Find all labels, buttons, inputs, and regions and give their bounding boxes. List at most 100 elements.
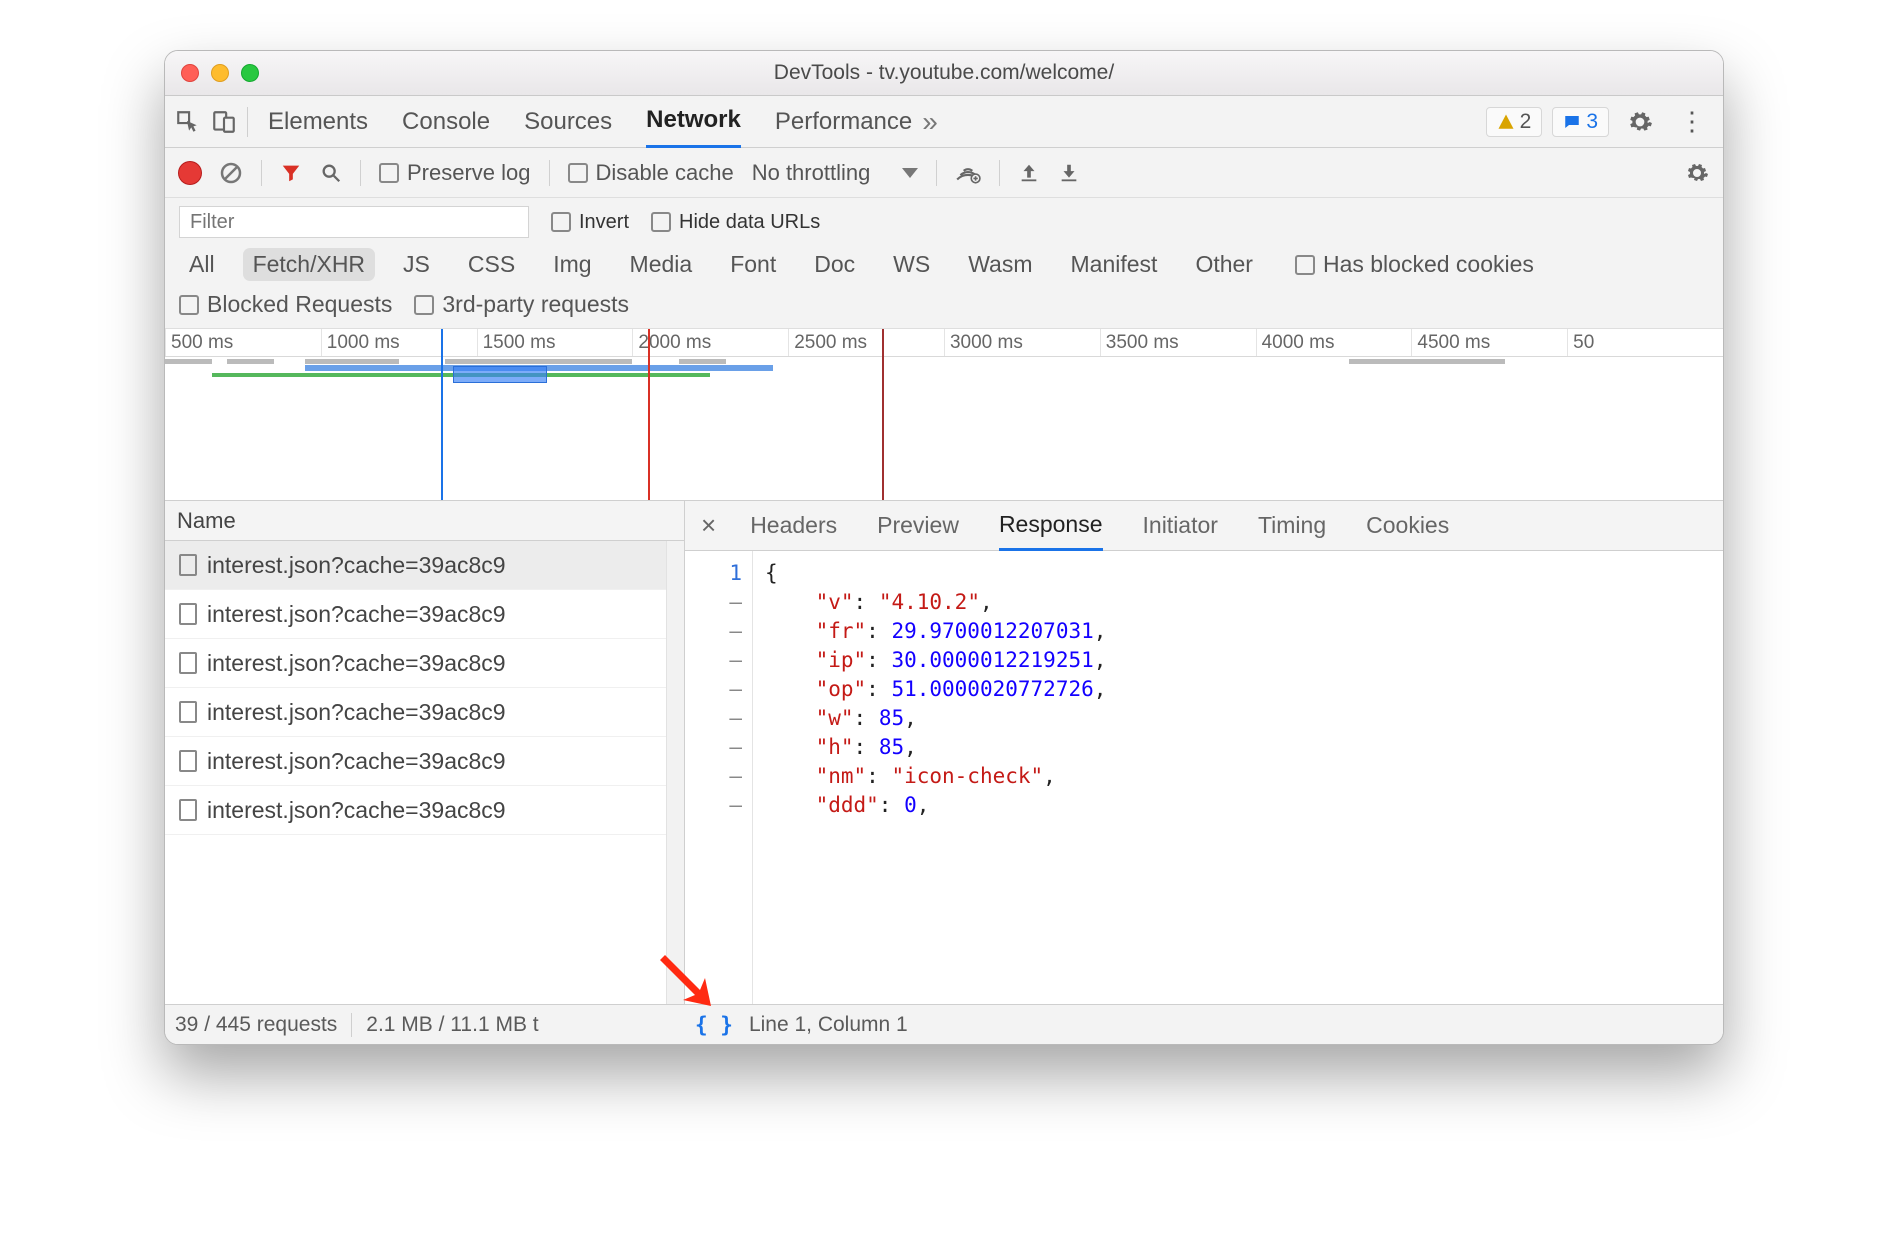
panel-tabs-row: Elements Console Sources Network Performance… bbox=[165, 96, 1723, 148]
request-row[interactable]: interest.json?cache=39ac8c9 bbox=[165, 737, 684, 786]
detail-tab-preview[interactable]: Preview bbox=[877, 501, 959, 551]
disable-cache-checkbox[interactable]: Disable cache bbox=[568, 160, 734, 186]
messages-count: 3 bbox=[1586, 110, 1598, 134]
zoom-window-button[interactable] bbox=[241, 64, 259, 82]
timeline-tick: 1000 ms bbox=[321, 329, 477, 356]
timeline-tick: 2500 ms bbox=[788, 329, 944, 356]
type-filter-js[interactable]: JS bbox=[393, 248, 440, 281]
window-title: DevTools - tv.youtube.com/welcome/ bbox=[165, 61, 1723, 85]
more-panels-icon[interactable]: » bbox=[922, 106, 938, 138]
type-filter-fetch-xhr[interactable]: Fetch/XHR bbox=[243, 248, 375, 281]
pretty-print-button[interactable]: { } bbox=[695, 1013, 733, 1037]
minimize-window-button[interactable] bbox=[211, 64, 229, 82]
timeline-tick: 4500 ms bbox=[1411, 329, 1567, 356]
blocked-requests-checkbox[interactable]: Blocked Requests bbox=[179, 291, 392, 318]
detail-tab-cookies[interactable]: Cookies bbox=[1366, 501, 1449, 551]
invert-checkbox[interactable]: Invert bbox=[551, 211, 629, 234]
filter-input[interactable] bbox=[179, 206, 529, 238]
type-filter-media[interactable]: Media bbox=[620, 248, 703, 281]
timeline-tick: 2000 ms bbox=[632, 329, 788, 356]
file-icon bbox=[179, 750, 197, 772]
panel-tab-performance[interactable]: Performance bbox=[775, 96, 912, 148]
detail-tab-timing[interactable]: Timing bbox=[1258, 501, 1326, 551]
search-icon[interactable] bbox=[320, 162, 342, 184]
detail-tab-response[interactable]: Response bbox=[999, 501, 1103, 551]
titlebar: DevTools - tv.youtube.com/welcome/ bbox=[165, 51, 1723, 96]
network-timeline[interactable]: 500 ms1000 ms1500 ms2000 ms2500 ms3000 m… bbox=[165, 329, 1723, 501]
panel-tab-elements[interactable]: Elements bbox=[268, 96, 368, 148]
file-icon bbox=[179, 799, 197, 821]
type-filter-font[interactable]: Font bbox=[720, 248, 786, 281]
status-transfer: 2.1 MB / 11.1 MB t bbox=[366, 1013, 538, 1037]
timeline-tick: 1500 ms bbox=[477, 329, 633, 356]
status-left: 39 / 445 requests 2.1 MB / 11.1 MB t bbox=[165, 1013, 685, 1037]
device-toolbar-icon[interactable] bbox=[211, 109, 237, 135]
close-detail-icon[interactable]: × bbox=[701, 510, 720, 541]
detail-tab-headers[interactable]: Headers bbox=[750, 501, 837, 551]
window-controls bbox=[165, 64, 259, 82]
clear-icon[interactable] bbox=[219, 161, 243, 185]
filter-area: Invert Hide data URLs All Fetch/XHR JS CSS I… bbox=[165, 198, 1723, 329]
requests-list[interactable]: interest.json?cache=39ac8c9interest.json… bbox=[165, 541, 684, 1004]
request-row[interactable]: interest.json?cache=39ac8c9 bbox=[165, 541, 684, 590]
throttling-select[interactable]: No throttling bbox=[752, 160, 919, 186]
file-icon bbox=[179, 652, 197, 674]
timeline-tick: 50 bbox=[1567, 329, 1723, 356]
status-bar: 39 / 445 requests 2.1 MB / 11.1 MB t { }… bbox=[165, 1004, 1723, 1044]
requests-header[interactable]: Name bbox=[165, 501, 684, 541]
resource-type-filters: All Fetch/XHR JS CSS Img Media Font Doc WS Wasm Ma… bbox=[179, 248, 1709, 281]
close-window-button[interactable] bbox=[181, 64, 199, 82]
inspect-element-icon[interactable] bbox=[175, 109, 201, 135]
has-blocked-cookies-checkbox[interactable]: Has blocked cookies bbox=[1295, 251, 1534, 278]
request-row[interactable]: interest.json?cache=39ac8c9 bbox=[165, 590, 684, 639]
chevron-down-icon bbox=[902, 168, 918, 178]
panel-tab-network[interactable]: Network bbox=[646, 96, 741, 148]
scrollbar[interactable] bbox=[666, 541, 684, 1004]
preserve-log-checkbox[interactable]: Preserve log bbox=[379, 160, 531, 186]
type-filter-all[interactable]: All bbox=[179, 248, 225, 281]
devtools-window: DevTools - tv.youtube.com/welcome/ Eleme… bbox=[164, 50, 1724, 1045]
type-filter-other[interactable]: Other bbox=[1185, 248, 1263, 281]
panel-tab-console[interactable]: Console bbox=[402, 96, 490, 148]
import-har-icon[interactable] bbox=[1018, 162, 1040, 184]
requests-panel: Name interest.json?cache=39ac8c9interest… bbox=[165, 501, 685, 1004]
status-right: { } Line 1, Column 1 bbox=[685, 1013, 1723, 1037]
request-row[interactable]: interest.json?cache=39ac8c9 bbox=[165, 786, 684, 835]
panel-tabs: Elements Console Sources Network Performance bbox=[258, 96, 912, 148]
detail-panel: × Headers Preview Response Initiator Timing C… bbox=[685, 501, 1723, 1004]
request-row[interactable]: interest.json?cache=39ac8c9 bbox=[165, 639, 684, 688]
timeline-tick: 3500 ms bbox=[1100, 329, 1256, 356]
split-view: Name interest.json?cache=39ac8c9interest… bbox=[165, 501, 1723, 1004]
network-settings-icon[interactable] bbox=[1685, 161, 1709, 185]
warnings-badge[interactable]: 2 bbox=[1486, 107, 1543, 137]
type-filter-doc[interactable]: Doc bbox=[804, 248, 865, 281]
timeline-tick: 3000 ms bbox=[944, 329, 1100, 356]
timeline-tick: 4000 ms bbox=[1256, 329, 1412, 356]
file-icon bbox=[179, 603, 197, 625]
type-filter-img[interactable]: Img bbox=[543, 248, 601, 281]
warnings-count: 2 bbox=[1520, 110, 1532, 134]
settings-icon[interactable] bbox=[1619, 109, 1661, 135]
network-conditions-icon[interactable] bbox=[955, 162, 981, 184]
request-row[interactable]: interest.json?cache=39ac8c9 bbox=[165, 688, 684, 737]
filter-icon[interactable] bbox=[280, 162, 302, 184]
more-options-icon[interactable]: ⋮ bbox=[1671, 106, 1713, 137]
response-viewer[interactable]: 1–––––––– { "v": "4.10.2", "fr": 29.9700… bbox=[685, 551, 1723, 1004]
panel-tab-sources[interactable]: Sources bbox=[524, 96, 612, 148]
cursor-position: Line 1, Column 1 bbox=[749, 1013, 908, 1037]
type-filter-manifest[interactable]: Manifest bbox=[1061, 248, 1168, 281]
third-party-checkbox[interactable]: 3rd-party requests bbox=[414, 291, 629, 318]
file-icon bbox=[179, 701, 197, 723]
type-filter-wasm[interactable]: Wasm bbox=[958, 248, 1042, 281]
detail-tab-initiator[interactable]: Initiator bbox=[1143, 501, 1218, 551]
type-filter-css[interactable]: CSS bbox=[458, 248, 525, 281]
messages-badge[interactable]: 3 bbox=[1552, 107, 1609, 137]
network-toolbar: Preserve log Disable cache No throttling bbox=[165, 148, 1723, 198]
file-icon bbox=[179, 554, 197, 576]
type-filter-ws[interactable]: WS bbox=[883, 248, 940, 281]
timeline-tick: 500 ms bbox=[165, 329, 321, 356]
status-requests: 39 / 445 requests bbox=[175, 1013, 337, 1037]
export-har-icon[interactable] bbox=[1058, 162, 1080, 184]
hide-data-urls-checkbox[interactable]: Hide data URLs bbox=[651, 211, 820, 234]
record-button[interactable] bbox=[179, 162, 201, 184]
